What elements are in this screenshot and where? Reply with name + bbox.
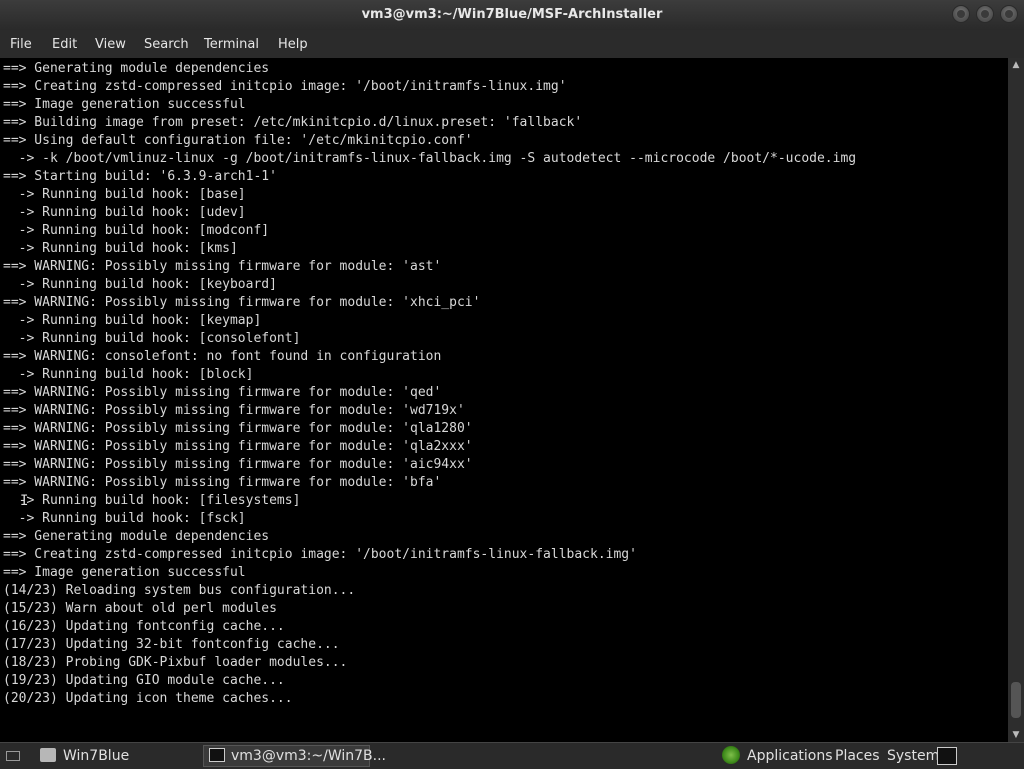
terminal-line: (14/23) Reloading system bus configurati… bbox=[3, 583, 356, 598]
system-menu[interactable]: System bbox=[887, 746, 939, 766]
terminal-line: ==> WARNING: consolefont: no font found … bbox=[3, 349, 442, 364]
terminal-line: ==> Generating module dependencies bbox=[3, 61, 270, 76]
terminal-line: ==> WARNING: Possibly missing firmware f… bbox=[3, 259, 442, 274]
maximize-button[interactable] bbox=[976, 5, 994, 23]
menu-bar: File Edit View Search Terminal Help bbox=[0, 30, 1024, 58]
folder-icon bbox=[40, 748, 56, 762]
terminal-line: ==> WARNING: Possibly missing firmware f… bbox=[3, 439, 473, 454]
terminal-line: (17/23) Updating 32-bit fontconfig cache… bbox=[3, 637, 340, 652]
terminal-line: (19/23) Updating GIO module cache... bbox=[3, 673, 285, 688]
terminal-line: (15/23) Warn about old perl modules bbox=[3, 601, 277, 616]
task-terminal-label: vm3@vm3:~/Win7B... bbox=[231, 748, 386, 764]
window-controls bbox=[952, 5, 1018, 23]
terminal-line: ==> Creating zstd-compressed initcpio im… bbox=[3, 79, 567, 94]
menu-help[interactable]: Help bbox=[278, 37, 308, 52]
terminal-line: ==> WARNING: Possibly missing firmware f… bbox=[3, 295, 481, 310]
terminal-line: ==> Image generation successful bbox=[3, 565, 246, 580]
terminal-output[interactable]: ==> Generating module dependencies ==> Cr… bbox=[0, 58, 1008, 742]
terminal-line: ==> Generating module dependencies bbox=[3, 529, 270, 544]
scroll-up-icon[interactable]: ▲ bbox=[1008, 58, 1024, 72]
close-button[interactable] bbox=[1000, 5, 1018, 23]
menu-file[interactable]: File bbox=[10, 37, 32, 52]
terminal-line: -> Running build hook: [consolefont] bbox=[3, 331, 301, 346]
terminal-line: -> Running build hook: [kms] bbox=[3, 241, 238, 256]
terminal-line: -> Running build hook: [block] bbox=[3, 367, 254, 382]
menu-view[interactable]: View bbox=[95, 37, 126, 52]
terminal-icon bbox=[209, 748, 225, 762]
terminal-line: ==> WARNING: Possibly missing firmware f… bbox=[3, 457, 473, 472]
taskbar: Win7Blue vm3@vm3:~/Win7B... Applications… bbox=[0, 742, 1024, 769]
applications-menu-icon bbox=[722, 746, 740, 764]
task-folder-win7blue[interactable]: Win7Blue bbox=[63, 746, 129, 766]
terminal-scrollbar[interactable]: ▲ ▼ bbox=[1008, 58, 1024, 742]
window-title: vm3@vm3:~/Win7Blue/MSF-ArchInstaller bbox=[361, 7, 663, 22]
terminal-line: ==> Starting build: '6.3.9-arch1-1' bbox=[3, 169, 277, 184]
terminal-line: ==> WARNING: Possibly missing firmware f… bbox=[3, 403, 465, 418]
terminal-line: ==> Image generation successful bbox=[3, 97, 246, 112]
window-titlebar[interactable]: vm3@vm3:~/Win7Blue/MSF-ArchInstaller bbox=[0, 0, 1024, 30]
terminal-line: -> Running build hook: [base] bbox=[3, 187, 246, 202]
terminal-line: -> Running build hook: [fsck] bbox=[3, 511, 246, 526]
scrollbar-thumb[interactable] bbox=[1011, 682, 1021, 718]
menu-edit[interactable]: Edit bbox=[52, 37, 77, 52]
show-desktop-icon[interactable] bbox=[6, 751, 20, 761]
terminal-line: ==> Using default configuration file: '/… bbox=[3, 133, 473, 148]
menu-search[interactable]: Search bbox=[144, 37, 189, 52]
terminal-line: ==> WARNING: Possibly missing firmware f… bbox=[3, 385, 442, 400]
applications-menu[interactable]: Applications bbox=[747, 746, 833, 766]
scroll-down-icon[interactable]: ▼ bbox=[1008, 728, 1024, 742]
terminal-line: ==> Creating zstd-compressed initcpio im… bbox=[3, 547, 637, 562]
terminal-line: ==> Building image from preset: /etc/mki… bbox=[3, 115, 583, 130]
terminal-line: -> Running build hook: [udev] bbox=[3, 205, 246, 220]
terminal-launcher-icon[interactable] bbox=[937, 747, 957, 765]
terminal-line: -> Running build hook: [keymap] bbox=[3, 313, 262, 328]
places-menu[interactable]: Places bbox=[835, 746, 880, 766]
terminal-line: -> Running build hook: [modconf] bbox=[3, 223, 270, 238]
terminal-line: (20/23) Updating icon theme caches... bbox=[3, 691, 293, 706]
terminal-line: -> -k /boot/vmlinuz-linux -g /boot/initr… bbox=[3, 151, 857, 166]
menu-terminal[interactable]: Terminal bbox=[204, 37, 259, 52]
terminal-line: (16/23) Updating fontconfig cache... bbox=[3, 619, 285, 634]
text-cursor-icon: I bbox=[20, 493, 29, 509]
terminal-line: (18/23) Probing GDK-Pixbuf loader module… bbox=[3, 655, 348, 670]
minimize-button[interactable] bbox=[952, 5, 970, 23]
terminal-line: ==> WARNING: Possibly missing firmware f… bbox=[3, 421, 473, 436]
terminal-line: -> Running build hook: [keyboard] bbox=[3, 277, 277, 292]
terminal-line: -> Running build hook: [filesystems] bbox=[3, 493, 301, 508]
terminal-line: ==> WARNING: Possibly missing firmware f… bbox=[3, 475, 442, 490]
